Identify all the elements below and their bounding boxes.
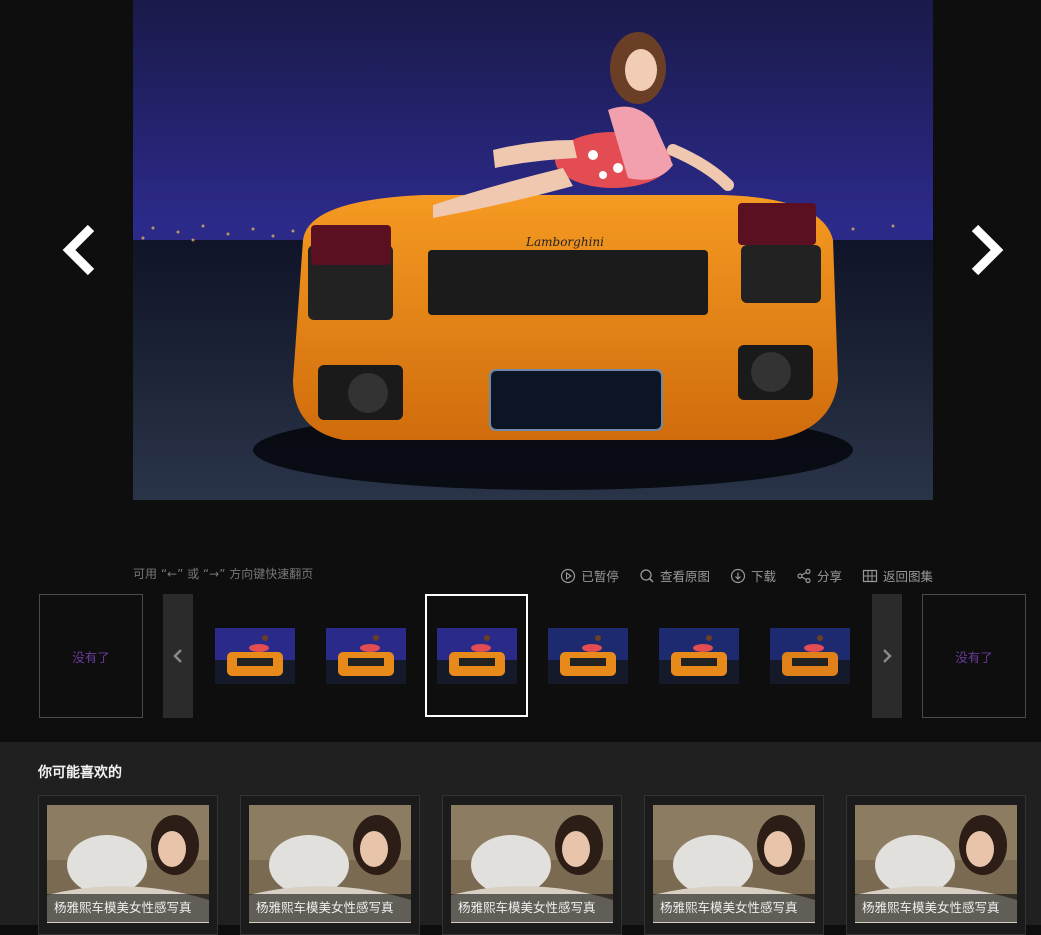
prev-album-end[interactable]: 没有了 [39, 594, 143, 718]
related-card-caption: 杨雅熙车模美女性感写真 [855, 894, 1017, 922]
thumbnail-item[interactable] [203, 594, 306, 717]
thumbnail-image [547, 627, 628, 684]
pause-button[interactable]: 已暂停 [560, 566, 619, 585]
download-icon [730, 568, 746, 583]
thumbnail-item[interactable] [536, 594, 639, 717]
related-card-caption: 杨雅熙车模美女性感写真 [47, 894, 209, 922]
share-label: 分享 [816, 569, 842, 584]
related-card-caption: 杨雅熙车模美女性感写真 [249, 894, 411, 922]
chevron-left-icon [173, 649, 182, 663]
next-album-end[interactable]: 没有了 [922, 594, 1026, 718]
download-label: 下载 [750, 569, 776, 584]
download-button[interactable]: 下载 [730, 566, 776, 585]
back-to-album-label: 返回图集 [882, 569, 933, 584]
grid-icon [862, 569, 878, 582]
prev-end-label: 没有了 [72, 649, 110, 665]
thumbnail-item[interactable] [314, 594, 417, 717]
thumbnail-image [436, 627, 517, 684]
related-card[interactable]: 杨雅熙车模美女性感写真 [644, 795, 824, 935]
share-icon [797, 568, 811, 583]
photo-viewer: Lamborghini 可用 “←” 或 “→” 方向键快速翻页 已暂停 查看原… [0, 0, 1041, 742]
play-circle-icon [561, 568, 576, 583]
view-original-label: 查看原图 [659, 569, 710, 584]
search-icon [640, 568, 654, 583]
thumbnail-image [658, 627, 739, 684]
thumbnail-image [214, 627, 295, 684]
photo-toolbar: 已暂停 查看原图 下载 分享 返回图集 [560, 566, 933, 585]
car-brand-logo: Lamborghini [525, 235, 604, 249]
keyboard-hint: 可用 “←” 或 “→” 方向键快速翻页 [133, 567, 314, 581]
thumbnail-image [325, 627, 406, 684]
next-end-label: 没有了 [955, 649, 993, 665]
related-card[interactable]: 杨雅熙车模美女性感写真 [38, 795, 218, 935]
main-photo[interactable]: Lamborghini [133, 0, 933, 500]
chevron-right-icon [883, 649, 892, 663]
related-card-caption: 杨雅熙车模美女性感写真 [451, 894, 613, 922]
thumbnail-item[interactable] [758, 594, 861, 717]
view-original-button[interactable]: 查看原图 [639, 566, 710, 585]
thumbnail-item[interactable] [647, 594, 750, 717]
related-section: 你可能喜欢的 杨雅熙车模美女性感写真 杨雅熙车模美女性感写真 杨雅熙车模美女性感写真… [0, 742, 1041, 935]
related-title: 你可能喜欢的 [38, 765, 122, 781]
back-to-album-button[interactable]: 返回图集 [862, 566, 933, 585]
strip-scroll-left-button[interactable] [163, 594, 193, 718]
next-photo-button[interactable] [961, 220, 1011, 280]
thumbnail-item[interactable] [425, 594, 528, 717]
related-card[interactable]: 杨雅熙车模美女性感写真 [846, 795, 1026, 935]
prev-photo-button[interactable] [55, 220, 105, 280]
share-button[interactable]: 分享 [796, 566, 842, 585]
strip-scroll-right-button[interactable] [872, 594, 902, 718]
related-card-caption: 杨雅熙车模美女性感写真 [653, 894, 815, 922]
chevron-left-icon [62, 224, 95, 276]
pause-label: 已暂停 [581, 569, 619, 584]
chevron-right-icon [971, 224, 1004, 276]
thumbnail-image [769, 627, 850, 684]
related-card[interactable]: 杨雅熙车模美女性感写真 [240, 795, 420, 935]
related-card[interactable]: 杨雅熙车模美女性感写真 [442, 795, 622, 935]
